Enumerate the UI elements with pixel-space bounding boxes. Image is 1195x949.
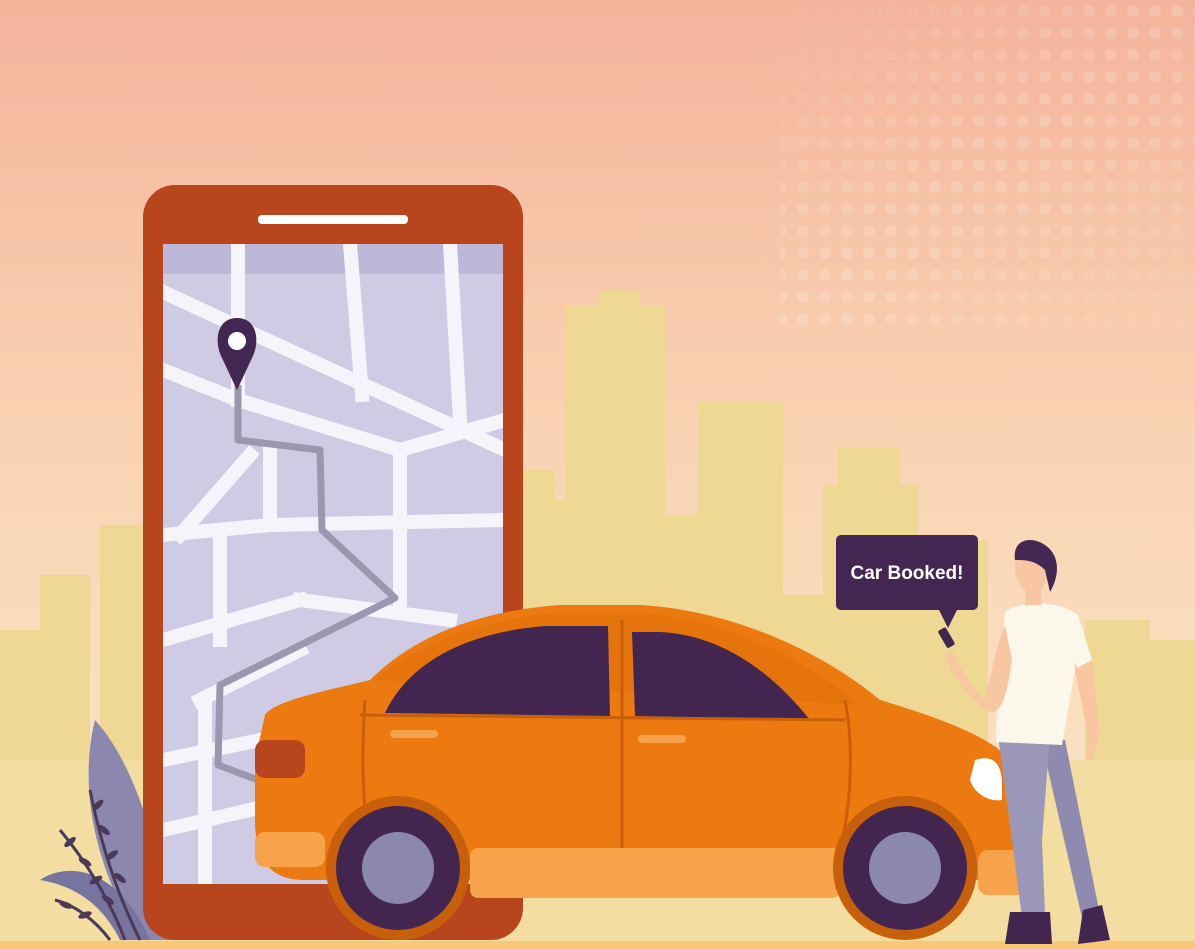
speech-bubble-text: Car Booked! xyxy=(851,563,964,584)
car-wheel-rear xyxy=(336,806,460,930)
car-wheel-front xyxy=(843,806,967,930)
car-bumper xyxy=(470,848,840,898)
car-booking-illustration: Car Booked! xyxy=(0,0,1195,949)
tail-light xyxy=(255,740,305,778)
halftone-dots xyxy=(780,0,1195,330)
